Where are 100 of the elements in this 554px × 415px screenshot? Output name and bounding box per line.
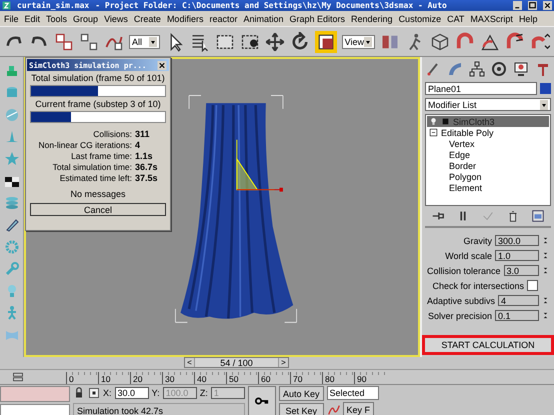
current-frame-box[interactable]: < 54 / 100 > (184, 357, 289, 368)
axis-label: Z: (200, 388, 208, 398)
star-figure-icon[interactable] (4, 151, 20, 167)
menu-item[interactable]: Help (518, 14, 538, 24)
checkbox-label: Check for intersections (432, 280, 524, 290)
light-bulb-icon[interactable] (429, 117, 438, 126)
unlink-icon[interactable] (79, 32, 99, 52)
magnet-snap-icon[interactable] (455, 32, 475, 52)
pencil-icon[interactable] (4, 217, 20, 233)
active-state-icon[interactable] (441, 117, 450, 126)
axis-label: Y: (152, 388, 160, 398)
minimize-icon[interactable] (513, 1, 522, 10)
collapse-icon[interactable] (429, 128, 438, 137)
parameter-label: World scale (445, 250, 492, 260)
modifier-list-dropdown[interactable]: Modifier List (425, 98, 551, 111)
sub-object-item[interactable]: Edge (427, 149, 549, 160)
stat-label: Total simulation time: (52, 162, 132, 172)
menu-item[interactable]: Modifiers (166, 14, 204, 24)
object-color-swatch[interactable] (540, 83, 551, 94)
parameter-label: Collision tolerance (427, 266, 501, 276)
menu-item[interactable]: Rendering (351, 14, 393, 24)
menu-item[interactable]: CAT (447, 14, 464, 24)
modifier-stack-item[interactable]: Editable Poly (427, 127, 549, 138)
menu-item[interactable]: MAXScript (470, 14, 513, 24)
next-frame-button[interactable]: > (278, 358, 288, 367)
project-folder-path: - Project Folder: C:\Documents and Settings\hz\My Documents\3dsmax - Auto (95, 1, 447, 10)
parameter-label: Gravity (463, 236, 492, 246)
link-icon[interactable] (54, 32, 74, 52)
frame-label: 70 (293, 374, 302, 384)
parameter-label: Solver precision (428, 310, 492, 320)
absolute-mode-icon[interactable] (88, 387, 100, 399)
close-icon[interactable] (157, 60, 167, 70)
spinner-arrows-icon[interactable] (542, 310, 549, 321)
sub-object-item[interactable]: Element (427, 182, 549, 193)
spinner-arrows-icon[interactable] (542, 250, 549, 261)
parameter-field[interactable]: 1.0 (495, 250, 539, 261)
object-name-field[interactable]: Plane01 (425, 82, 537, 95)
key-filters-button[interactable]: Key F (342, 402, 374, 415)
key-mode-button[interactable] (248, 386, 276, 415)
frame-label: 20 (133, 374, 142, 384)
menu-item[interactable]: File (4, 14, 19, 24)
status-message: No messages (69, 189, 127, 199)
hierarchy-tab-icon[interactable] (469, 61, 485, 77)
frame-label: 90 (357, 374, 366, 384)
move-icon[interactable] (264, 32, 285, 52)
menu-item[interactable]: Create (134, 14, 161, 24)
sub-object-item[interactable]: Border (427, 160, 549, 171)
hammer-tab-icon[interactable] (535, 61, 551, 77)
auto-key-button[interactable]: Auto Key (279, 386, 324, 401)
rotate-icon[interactable] (290, 32, 310, 52)
close-icon[interactable] (543, 1, 552, 10)
axis-label: X: (103, 388, 112, 398)
box-icon[interactable] (430, 32, 450, 52)
set-key-button[interactable]: Set Key (279, 403, 324, 415)
key-curve-icon[interactable] (326, 402, 341, 415)
menu-item[interactable]: Animation (243, 14, 284, 24)
cancel-button[interactable]: Cancel (30, 203, 166, 216)
menu-item[interactable]: Customize (398, 14, 442, 24)
coordinate-field[interactable]: 30.0 (114, 387, 149, 399)
stat-value: 1.1s (135, 151, 154, 161)
display-tab-icon[interactable] (513, 61, 529, 77)
progress-label: Total simulation (frame 50 of 101) (30, 73, 166, 83)
menu-item[interactable]: reactor (209, 14, 238, 24)
frame-label: 60 (261, 374, 270, 384)
start-calculation-button[interactable]: START CALCULATION (422, 335, 554, 355)
menu-item[interactable]: Views (104, 14, 128, 24)
stat-label: Non-linear CG iterations: (38, 140, 132, 150)
parameter-field[interactable]: 3.0 (504, 265, 539, 276)
motion-tab-icon[interactable] (491, 61, 507, 77)
lock-icon[interactable] (73, 387, 85, 399)
parameter-field[interactable]: 4 (498, 295, 539, 306)
sub-object-item[interactable]: Polygon (427, 171, 549, 182)
sub-object-item[interactable]: Vertex (427, 138, 549, 149)
frame-label: 80 (325, 374, 334, 384)
spinner-arrows-icon[interactable] (542, 265, 549, 276)
menu-item[interactable]: Group (73, 14, 98, 24)
percent-snap-icon[interactable] (505, 32, 525, 52)
parameter-field[interactable]: 0.1 (495, 310, 539, 321)
parameter-field[interactable]: 300.0 (495, 235, 539, 246)
selection-filter-dropdown[interactable]: All (129, 34, 160, 48)
checkbox[interactable] (527, 280, 538, 291)
parameter-label: Adaptive subdivs (427, 296, 496, 306)
timeline-ruler[interactable]: 0 10 20 30 40 50 60 70 80 90 (0, 369, 554, 384)
configure-sets-icon[interactable] (531, 209, 546, 223)
maxscript-listener-field[interactable] (0, 386, 70, 402)
menu-item[interactable]: Graph Editors (290, 14, 346, 24)
menu-item[interactable]: Tools (46, 14, 68, 24)
stat-label: Last frame time: (70, 151, 132, 161)
spinner-arrows-icon[interactable] (542, 295, 549, 306)
previous-frame-button[interactable]: < (185, 358, 195, 367)
reference-coordinate-dropdown[interactable]: View (342, 34, 375, 48)
menu-item[interactable]: Edit (24, 14, 40, 24)
spinner-snap-icon[interactable] (530, 32, 550, 52)
frame-label: 10 (101, 374, 110, 384)
modify-tab-icon[interactable] (447, 61, 463, 77)
scale-icon[interactable] (316, 32, 335, 50)
key-mode-dropdown[interactable]: Selected (326, 386, 379, 400)
stat-label: Collisions: (92, 129, 132, 139)
spinner-arrows-icon[interactable] (542, 235, 549, 246)
maximize-icon[interactable] (528, 1, 537, 10)
